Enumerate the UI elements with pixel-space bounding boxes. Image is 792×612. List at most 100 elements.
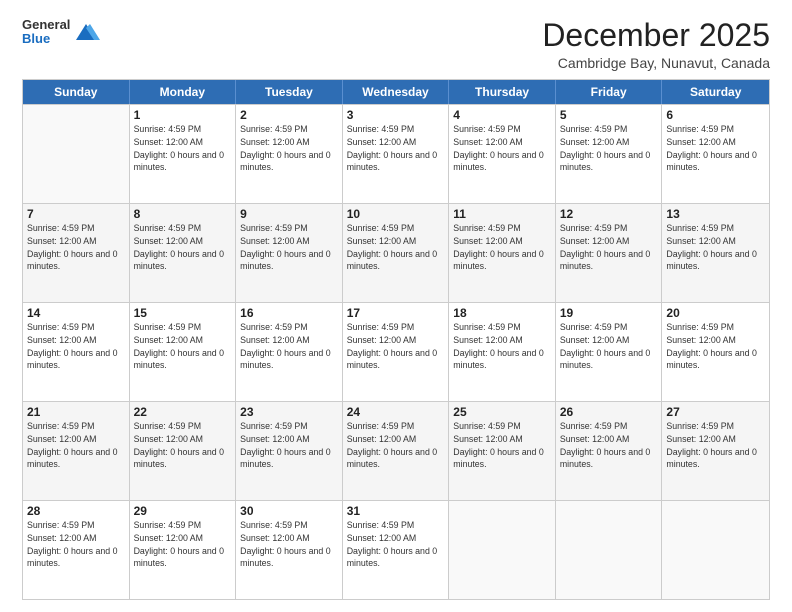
- day-info: Sunrise: 4:59 PM Sunset: 12:00 AM Daylig…: [134, 222, 232, 273]
- month-title: December 2025: [542, 18, 770, 53]
- logo-blue: Blue: [22, 32, 70, 46]
- calendar-row-2: 14Sunrise: 4:59 PM Sunset: 12:00 AM Dayl…: [23, 302, 769, 401]
- day-number: 15: [134, 306, 232, 320]
- location-title: Cambridge Bay, Nunavut, Canada: [542, 55, 770, 71]
- cal-cell-2-3: 17Sunrise: 4:59 PM Sunset: 12:00 AM Dayl…: [343, 303, 450, 401]
- cal-cell-0-6: 6Sunrise: 4:59 PM Sunset: 12:00 AM Dayli…: [662, 105, 769, 203]
- cal-cell-2-2: 16Sunrise: 4:59 PM Sunset: 12:00 AM Dayl…: [236, 303, 343, 401]
- cal-cell-1-2: 9Sunrise: 4:59 PM Sunset: 12:00 AM Dayli…: [236, 204, 343, 302]
- cal-cell-1-0: 7Sunrise: 4:59 PM Sunset: 12:00 AM Dayli…: [23, 204, 130, 302]
- day-number: 24: [347, 405, 445, 419]
- calendar-header: Sunday Monday Tuesday Wednesday Thursday…: [23, 80, 769, 104]
- cal-cell-3-0: 21Sunrise: 4:59 PM Sunset: 12:00 AM Dayl…: [23, 402, 130, 500]
- day-number: 27: [666, 405, 765, 419]
- day-number: 21: [27, 405, 125, 419]
- day-info: Sunrise: 4:59 PM Sunset: 12:00 AM Daylig…: [347, 222, 445, 273]
- cal-cell-4-1: 29Sunrise: 4:59 PM Sunset: 12:00 AM Dayl…: [130, 501, 237, 599]
- day-number: 30: [240, 504, 338, 518]
- cal-cell-0-4: 4Sunrise: 4:59 PM Sunset: 12:00 AM Dayli…: [449, 105, 556, 203]
- cal-cell-1-3: 10Sunrise: 4:59 PM Sunset: 12:00 AM Dayl…: [343, 204, 450, 302]
- header-wednesday: Wednesday: [343, 80, 450, 104]
- day-info: Sunrise: 4:59 PM Sunset: 12:00 AM Daylig…: [240, 420, 338, 471]
- header-friday: Friday: [556, 80, 663, 104]
- day-number: 1: [134, 108, 232, 122]
- header-thursday: Thursday: [449, 80, 556, 104]
- header-saturday: Saturday: [662, 80, 769, 104]
- cal-cell-1-1: 8Sunrise: 4:59 PM Sunset: 12:00 AM Dayli…: [130, 204, 237, 302]
- day-info: Sunrise: 4:59 PM Sunset: 12:00 AM Daylig…: [27, 222, 125, 273]
- cal-cell-0-1: 1Sunrise: 4:59 PM Sunset: 12:00 AM Dayli…: [130, 105, 237, 203]
- cal-cell-0-5: 5Sunrise: 4:59 PM Sunset: 12:00 AM Dayli…: [556, 105, 663, 203]
- day-info: Sunrise: 4:59 PM Sunset: 12:00 AM Daylig…: [666, 123, 765, 174]
- day-number: 17: [347, 306, 445, 320]
- calendar-row-0: 1Sunrise: 4:59 PM Sunset: 12:00 AM Dayli…: [23, 104, 769, 203]
- day-info: Sunrise: 4:59 PM Sunset: 12:00 AM Daylig…: [240, 519, 338, 570]
- cal-cell-1-5: 12Sunrise: 4:59 PM Sunset: 12:00 AM Dayl…: [556, 204, 663, 302]
- day-number: 6: [666, 108, 765, 122]
- day-number: 10: [347, 207, 445, 221]
- day-info: Sunrise: 4:59 PM Sunset: 12:00 AM Daylig…: [666, 420, 765, 471]
- day-info: Sunrise: 4:59 PM Sunset: 12:00 AM Daylig…: [560, 321, 658, 372]
- calendar-row-1: 7Sunrise: 4:59 PM Sunset: 12:00 AM Dayli…: [23, 203, 769, 302]
- day-number: 22: [134, 405, 232, 419]
- day-number: 5: [560, 108, 658, 122]
- day-info: Sunrise: 4:59 PM Sunset: 12:00 AM Daylig…: [453, 123, 551, 174]
- title-block: December 2025 Cambridge Bay, Nunavut, Ca…: [542, 18, 770, 71]
- cal-cell-2-0: 14Sunrise: 4:59 PM Sunset: 12:00 AM Dayl…: [23, 303, 130, 401]
- day-number: 14: [27, 306, 125, 320]
- cal-cell-3-2: 23Sunrise: 4:59 PM Sunset: 12:00 AM Dayl…: [236, 402, 343, 500]
- day-info: Sunrise: 4:59 PM Sunset: 12:00 AM Daylig…: [347, 420, 445, 471]
- day-number: 7: [27, 207, 125, 221]
- day-info: Sunrise: 4:59 PM Sunset: 12:00 AM Daylig…: [240, 321, 338, 372]
- cal-cell-0-0: [23, 105, 130, 203]
- cal-cell-2-4: 18Sunrise: 4:59 PM Sunset: 12:00 AM Dayl…: [449, 303, 556, 401]
- cal-cell-3-5: 26Sunrise: 4:59 PM Sunset: 12:00 AM Dayl…: [556, 402, 663, 500]
- cal-cell-4-0: 28Sunrise: 4:59 PM Sunset: 12:00 AM Dayl…: [23, 501, 130, 599]
- day-info: Sunrise: 4:59 PM Sunset: 12:00 AM Daylig…: [347, 123, 445, 174]
- cal-cell-0-2: 2Sunrise: 4:59 PM Sunset: 12:00 AM Dayli…: [236, 105, 343, 203]
- logo-icon: [72, 18, 100, 46]
- day-info: Sunrise: 4:59 PM Sunset: 12:00 AM Daylig…: [453, 420, 551, 471]
- header-tuesday: Tuesday: [236, 80, 343, 104]
- day-info: Sunrise: 4:59 PM Sunset: 12:00 AM Daylig…: [27, 420, 125, 471]
- day-info: Sunrise: 4:59 PM Sunset: 12:00 AM Daylig…: [134, 321, 232, 372]
- day-info: Sunrise: 4:59 PM Sunset: 12:00 AM Daylig…: [453, 321, 551, 372]
- day-info: Sunrise: 4:59 PM Sunset: 12:00 AM Daylig…: [666, 321, 765, 372]
- day-number: 20: [666, 306, 765, 320]
- day-number: 29: [134, 504, 232, 518]
- day-info: Sunrise: 4:59 PM Sunset: 12:00 AM Daylig…: [560, 420, 658, 471]
- day-number: 2: [240, 108, 338, 122]
- day-info: Sunrise: 4:59 PM Sunset: 12:00 AM Daylig…: [240, 222, 338, 273]
- day-info: Sunrise: 4:59 PM Sunset: 12:00 AM Daylig…: [134, 420, 232, 471]
- day-info: Sunrise: 4:59 PM Sunset: 12:00 AM Daylig…: [347, 321, 445, 372]
- logo-text: General Blue: [22, 18, 70, 47]
- header: General Blue December 2025 Cambridge Bay…: [22, 18, 770, 71]
- day-number: 25: [453, 405, 551, 419]
- day-number: 19: [560, 306, 658, 320]
- cal-cell-4-5: [556, 501, 663, 599]
- cal-cell-4-4: [449, 501, 556, 599]
- day-info: Sunrise: 4:59 PM Sunset: 12:00 AM Daylig…: [560, 123, 658, 174]
- day-number: 13: [666, 207, 765, 221]
- day-number: 28: [27, 504, 125, 518]
- day-number: 4: [453, 108, 551, 122]
- cal-cell-2-5: 19Sunrise: 4:59 PM Sunset: 12:00 AM Dayl…: [556, 303, 663, 401]
- day-number: 26: [560, 405, 658, 419]
- cal-cell-3-3: 24Sunrise: 4:59 PM Sunset: 12:00 AM Dayl…: [343, 402, 450, 500]
- day-number: 8: [134, 207, 232, 221]
- day-number: 9: [240, 207, 338, 221]
- day-info: Sunrise: 4:59 PM Sunset: 12:00 AM Daylig…: [453, 222, 551, 273]
- cal-cell-1-4: 11Sunrise: 4:59 PM Sunset: 12:00 AM Dayl…: [449, 204, 556, 302]
- day-number: 23: [240, 405, 338, 419]
- cal-cell-2-1: 15Sunrise: 4:59 PM Sunset: 12:00 AM Dayl…: [130, 303, 237, 401]
- day-info: Sunrise: 4:59 PM Sunset: 12:00 AM Daylig…: [27, 321, 125, 372]
- day-info: Sunrise: 4:59 PM Sunset: 12:00 AM Daylig…: [134, 519, 232, 570]
- day-info: Sunrise: 4:59 PM Sunset: 12:00 AM Daylig…: [666, 222, 765, 273]
- day-info: Sunrise: 4:59 PM Sunset: 12:00 AM Daylig…: [134, 123, 232, 174]
- logo: General Blue: [22, 18, 100, 47]
- cal-cell-3-1: 22Sunrise: 4:59 PM Sunset: 12:00 AM Dayl…: [130, 402, 237, 500]
- logo-general: General: [22, 18, 70, 32]
- day-number: 18: [453, 306, 551, 320]
- day-info: Sunrise: 4:59 PM Sunset: 12:00 AM Daylig…: [347, 519, 445, 570]
- cal-cell-0-3: 3Sunrise: 4:59 PM Sunset: 12:00 AM Dayli…: [343, 105, 450, 203]
